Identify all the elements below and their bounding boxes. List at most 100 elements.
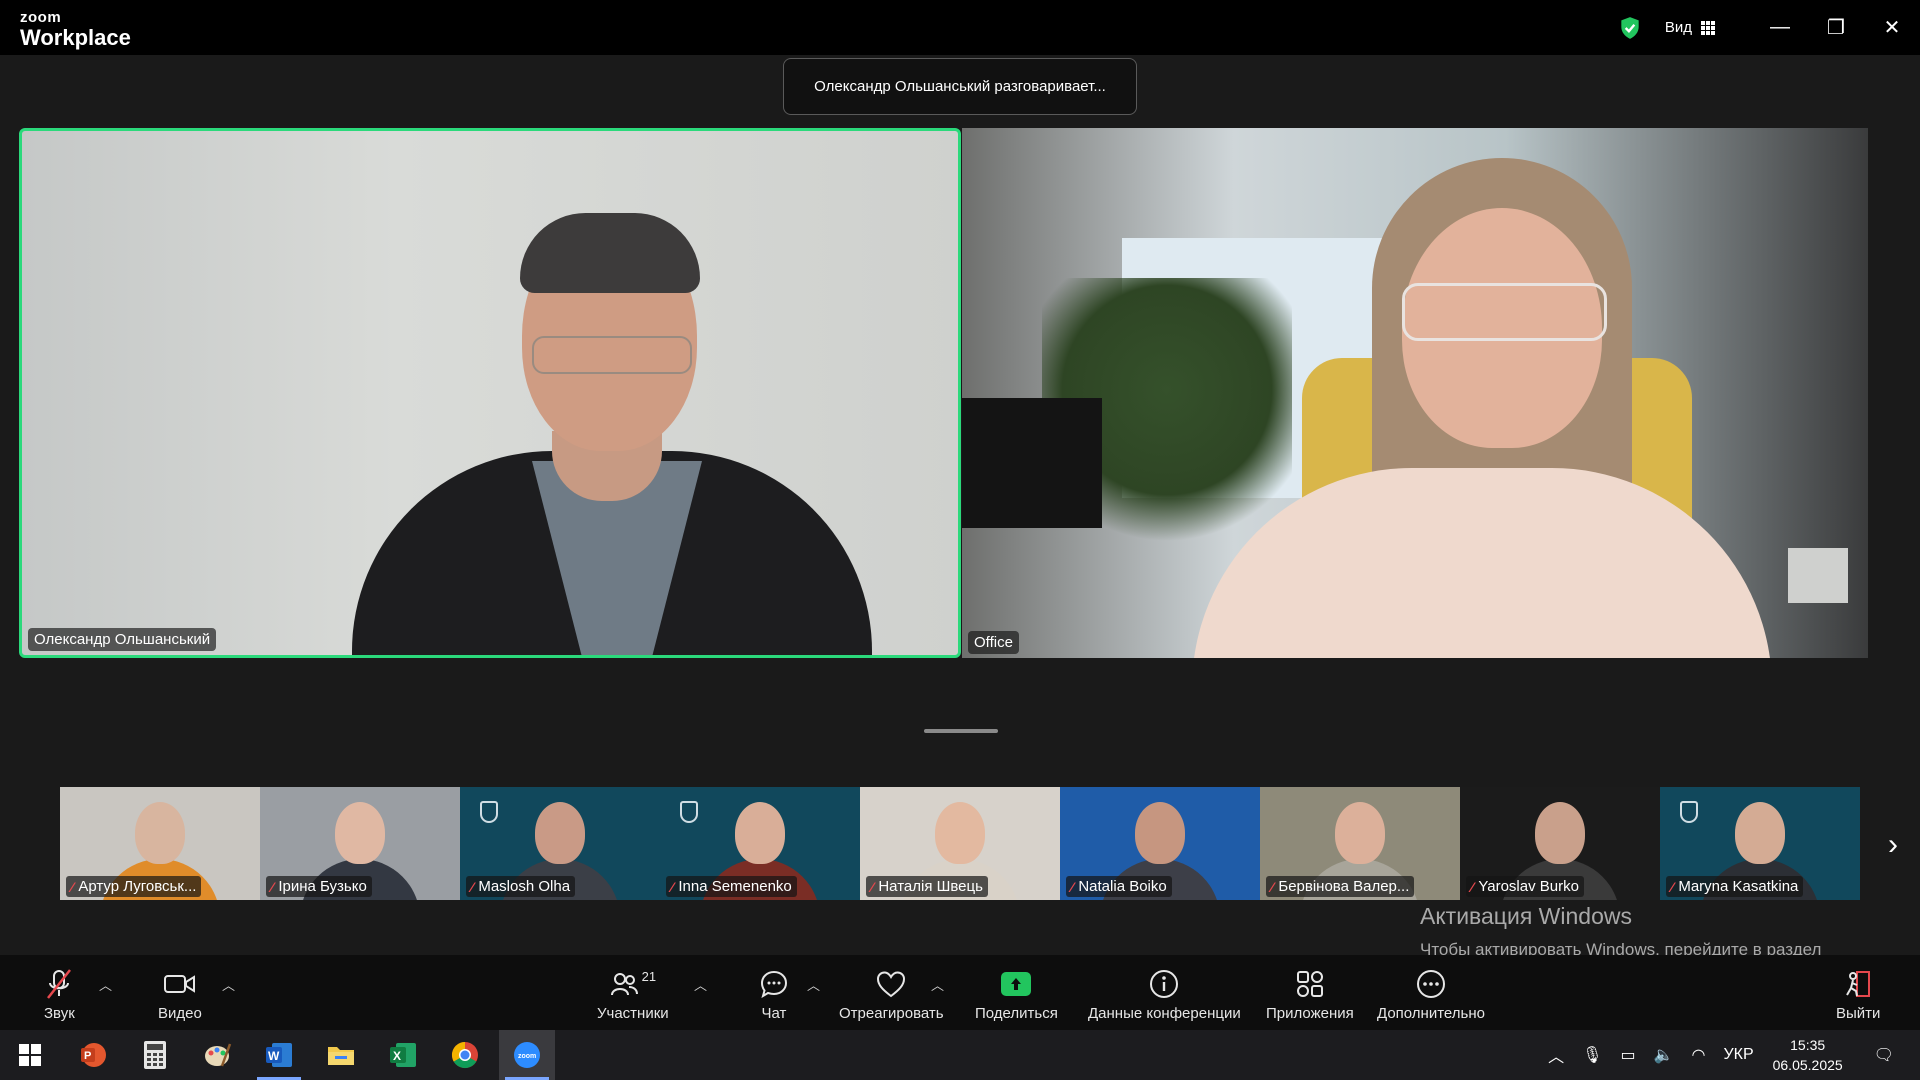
video-button[interactable]: Видео <box>158 967 202 1022</box>
more-button[interactable]: Дополнительно <box>1377 967 1485 1022</box>
system-tray: ︿ 🎙 ▭ 🔈 ◠ УКР 15:35 06.05.2025 🗨 <box>1539 1030 1920 1080</box>
taskbar-zoom[interactable]: zoom <box>499 1030 555 1080</box>
apps-icon <box>1296 971 1323 997</box>
participant-name: Бервінова Валер... <box>1278 878 1410 895</box>
encryption-shield-icon[interactable] <box>1617 15 1643 41</box>
taskbar-calculator[interactable] <box>127 1030 183 1080</box>
windows-logo-icon <box>19 1044 41 1066</box>
taskbar-powerpoint[interactable]: P <box>65 1030 121 1080</box>
leave-label: Выйти <box>1836 1005 1881 1022</box>
info-icon <box>1150 970 1179 998</box>
svg-text:P: P <box>84 1050 91 1062</box>
video-tile-active-speaker[interactable]: Олександр Ольшанський <box>19 128 961 658</box>
gallery-tile[interactable]: ⁄ Ірина Бузько <box>260 787 460 900</box>
gallery-tile[interactable]: ⁄ Yaroslav Burko <box>1460 787 1660 900</box>
mic-muted-icon: ⁄ <box>1671 878 1674 895</box>
participant-name-tag: ⁄ Yaroslav Burko <box>1466 876 1584 897</box>
mic-muted-icon: ⁄ <box>1471 878 1474 895</box>
meeting-info-button[interactable]: Данные конференции <box>1088 967 1241 1022</box>
participant-name: Yaroslav Burko <box>1478 878 1579 895</box>
restore-button[interactable]: ❐ <box>1808 0 1864 55</box>
logo-big-text: Workplace <box>20 25 131 50</box>
view-button[interactable]: Вид <box>1665 19 1716 36</box>
gallery-tile[interactable]: ⁄ Natalia Boiko <box>1060 787 1260 900</box>
mic-muted-icon: ⁄ <box>271 878 274 895</box>
activation-title: Активация Windows <box>1420 903 1632 929</box>
taskbar-word[interactable]: W <box>251 1030 307 1080</box>
windows-taskbar: P W X zoom ︿ 🎙 ▭ 🔈 ◠ УКР 15:35 06.05.202… <box>0 1030 1920 1080</box>
notifications-icon[interactable]: 🗨 <box>1874 1045 1894 1065</box>
paint-palette-icon <box>205 1043 232 1067</box>
taskbar-file-explorer[interactable] <box>313 1030 369 1080</box>
clock-date: 06.05.2025 <box>1772 1057 1843 1073</box>
participant-name: Maslosh Olha <box>478 878 571 895</box>
svg-text:W: W <box>268 1049 280 1063</box>
gallery-tile[interactable]: ⁄ Maryna Kasatkina <box>1660 787 1860 900</box>
chrome-icon <box>451 1041 478 1069</box>
audio-options-chevron-up-icon[interactable]: ︿ <box>99 975 112 994</box>
chat-options-chevron-up-icon[interactable]: ︿ <box>807 975 820 994</box>
svg-text:X: X <box>393 1049 401 1063</box>
input-language[interactable]: УКР <box>1723 1046 1753 1064</box>
taskbar-clock[interactable]: 15:35 06.05.2025 <box>1773 1035 1843 1075</box>
mic-muted-icon: ⁄ <box>71 878 74 895</box>
close-button[interactable]: ✕ <box>1864 0 1920 55</box>
taskbar-paint[interactable] <box>189 1030 245 1080</box>
chat-button[interactable]: Чат <box>759 967 789 1022</box>
participant-name-tag: ⁄ Ірина Бузько <box>266 876 372 897</box>
apps-button[interactable]: Приложения <box>1266 967 1354 1022</box>
chat-label: Чат <box>761 1005 787 1022</box>
gallery-tile[interactable]: ⁄ Артур Луговськ... <box>60 787 260 900</box>
participant-name-tag: ⁄ Maslosh Olha <box>466 876 576 897</box>
gallery-tile[interactable]: ⁄ Inna Semenenko <box>660 787 860 900</box>
zoom-logo: zoom Workplace <box>20 10 131 50</box>
leave-button[interactable]: Выйти <box>1836 967 1880 1022</box>
mic-muted-icon: ⁄ <box>1271 878 1274 895</box>
mic-muted-icon: ⁄ <box>1071 878 1074 895</box>
resize-handle[interactable] <box>924 729 998 733</box>
gallery-tile[interactable]: ⁄ Наталія Швець <box>860 787 1060 900</box>
participant-name-tag: Олександр Ольшанський <box>28 628 217 651</box>
participants-button[interactable]: 21 Участники <box>597 967 669 1023</box>
show-hidden-icons-chevron-up-icon[interactable]: ︿ <box>1548 1043 1564 1067</box>
participant-name: Maryna Kasatkina <box>1678 878 1799 895</box>
next-page-chevron-icon[interactable]: › <box>1888 828 1898 862</box>
wifi-icon[interactable]: ◠ <box>1691 1045 1705 1065</box>
gallery-tile[interactable]: ⁄ Maslosh Olha <box>460 787 660 900</box>
audio-button[interactable]: Звук <box>44 967 75 1022</box>
svg-text:zoom: zoom <box>518 1053 536 1060</box>
powerpoint-icon: P <box>81 1043 106 1067</box>
participants-count: 21 <box>641 968 657 984</box>
video-options-chevron-up-icon[interactable]: ︿ <box>222 975 235 994</box>
zoom-app-icon: zoom <box>514 1042 540 1068</box>
mic-muted-icon <box>47 969 72 999</box>
taskbar-excel[interactable]: X <box>375 1030 431 1080</box>
react-options-chevron-up-icon[interactable]: ︿ <box>931 975 944 994</box>
participant-name-tag: ⁄ Maryna Kasatkina <box>1666 876 1804 897</box>
start-button[interactable] <box>2 1030 58 1080</box>
gallery-tile[interactable]: ⁄ Бервінова Валер... <box>1260 787 1460 900</box>
share-button[interactable]: Поделиться <box>975 967 1058 1022</box>
taskbar-chrome[interactable] <box>437 1030 493 1080</box>
video-tile-office[interactable]: Office <box>962 128 1868 658</box>
video-label: Видео <box>158 1005 202 1022</box>
microphone-icon[interactable]: 🎙 <box>1582 1045 1602 1065</box>
view-label: Вид <box>1664 19 1692 36</box>
participants-label: Участники <box>597 1005 669 1022</box>
battery-icon[interactable]: ▭ <box>1620 1045 1635 1065</box>
participants-options-chevron-up-icon[interactable]: ︿ <box>694 975 707 994</box>
apps-label: Приложения <box>1266 1005 1354 1022</box>
react-button[interactable]: Отреагировать <box>839 967 944 1022</box>
participant-name: Наталія Швець <box>878 878 983 895</box>
grid-icon <box>1701 20 1715 35</box>
minimize-button[interactable]: — <box>1752 0 1808 55</box>
exit-door-icon <box>1846 971 1871 997</box>
participant-name-tag: ⁄ Бервінова Валер... <box>1266 876 1415 897</box>
volume-icon[interactable]: 🔈 <box>1654 1045 1674 1065</box>
gallery-strip: ⁄ Артур Луговськ... ⁄ Ірина Бузько ⁄ Maslosh … <box>60 787 1860 900</box>
participant-name-tag: ⁄ Natalia Boiko <box>1066 876 1172 897</box>
excel-icon: X <box>390 1043 416 1067</box>
mic-muted-icon: ⁄ <box>471 878 474 895</box>
mic-muted-icon: ⁄ <box>871 878 874 895</box>
clock-time: 15:35 <box>1790 1037 1826 1053</box>
